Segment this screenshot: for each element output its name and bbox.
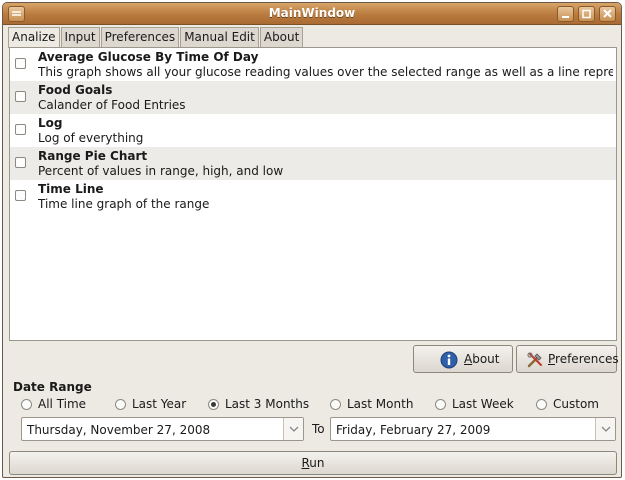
radio-indicator[interactable] [115,399,126,410]
radio-label: Last 3 Months [225,397,310,411]
run-button-label: Run [301,456,325,470]
radio-indicator[interactable] [536,399,547,410]
maximize-icon [582,9,591,19]
radio-indicator[interactable] [330,399,341,410]
radio-indicator[interactable] [435,399,446,410]
from-date-combo[interactable]: Thursday, November 27, 2008 [21,417,304,441]
title-bar[interactable]: MainWindow [3,3,621,25]
list-item[interactable]: Average Glucose By Time Of Day This grap… [10,48,616,81]
date-range-options: All Time Last Year Last 3 Months Last Mo… [21,396,621,412]
minimize-icon [562,16,569,18]
report-title: Time Line [38,182,104,196]
radio-label: Last Year [132,397,187,411]
report-description: This graph shows all your glucose readin… [38,65,613,79]
maximize-button[interactable] [578,6,595,22]
main-window: MainWindow Analize Input Preferences Man… [2,2,622,478]
tab-manual-edit[interactable]: Manual Edit [180,27,259,47]
close-icon [603,9,612,18]
about-button-label: About [464,352,500,366]
report-title: Log [38,116,63,130]
tab-analize[interactable]: Analize [8,27,60,48]
list-item[interactable]: Food Goals Calander of Food Entries [10,81,616,114]
tab-about[interactable]: About [259,27,304,47]
report-checkbox[interactable] [15,190,26,201]
radio-label: Custom [553,397,599,411]
window-title: MainWindow [268,6,356,20]
report-description: Time line graph of the range [38,197,210,211]
report-checkbox[interactable] [15,91,26,102]
tab-bar: Analize Input Preferences Manual Edit Ab… [8,27,304,48]
to-date-combo[interactable]: Friday, February 27, 2009 [330,417,616,441]
minimize-button[interactable] [557,6,574,22]
to-date-value: Friday, February 27, 2009 [336,423,491,437]
list-item[interactable]: Range Pie Chart Percent of values in ran… [10,147,616,180]
to-label: To [312,422,325,436]
from-date-value: Thursday, November 27, 2008 [27,423,211,437]
report-description: Calander of Food Entries [38,98,186,112]
report-list: Average Glucose By Time Of Day This grap… [9,47,617,341]
run-button[interactable]: Run [9,451,617,475]
chevron-down-icon [601,426,611,432]
report-title: Average Glucose By Time Of Day [38,50,259,64]
tab-input[interactable]: Input [60,27,100,47]
report-description: Percent of values in range, high, and lo… [38,164,284,178]
preferences-button[interactable]: Preferences [516,345,619,373]
report-checkbox[interactable] [15,157,26,168]
report-checkbox[interactable] [15,58,26,69]
preferences-button-label: Preferences [548,352,619,366]
tools-icon [527,352,542,368]
radio-label: Last Week [452,397,514,411]
list-item[interactable]: Time Line Time line graph of the range [10,180,616,213]
from-date-dropdown-button[interactable] [283,418,303,440]
report-description: Log of everything [38,131,144,145]
report-checkbox[interactable] [15,124,26,135]
radio-label: All Time [38,397,87,411]
radio-indicator[interactable] [21,399,32,410]
list-item[interactable]: Log Log of everything [10,114,616,147]
radio-indicator[interactable] [208,399,219,410]
report-title: Food Goals [38,83,113,97]
date-range-label: Date Range [13,380,92,394]
info-icon [440,351,458,369]
chevron-down-icon [289,426,299,432]
report-title: Range Pie Chart [38,149,148,163]
tab-preferences[interactable]: Preferences [100,27,180,47]
about-button[interactable]: About [413,345,513,373]
close-button[interactable] [599,6,616,22]
radio-label: Last Month [347,397,414,411]
to-date-dropdown-button[interactable] [595,418,615,440]
